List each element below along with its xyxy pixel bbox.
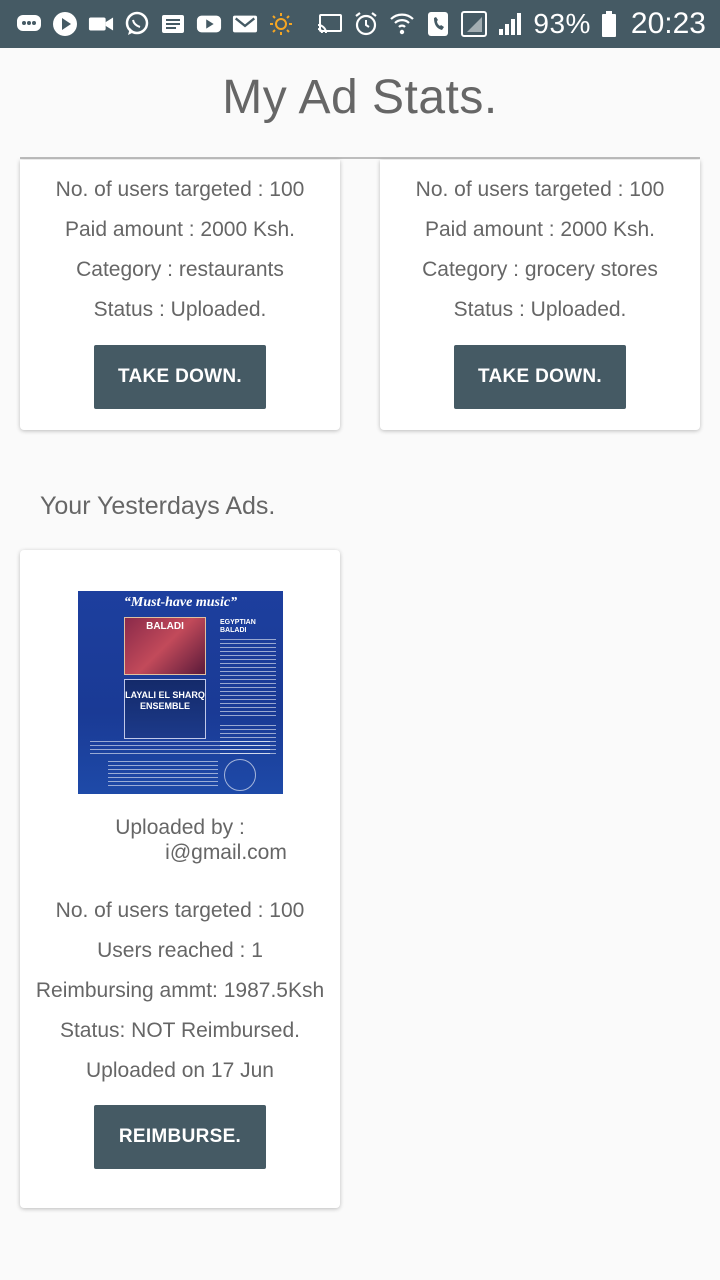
- title-divider: [20, 157, 700, 159]
- status: Status : Uploaded.: [453, 298, 627, 321]
- poster-side-title: EGYPTIAN BALADI: [220, 619, 256, 634]
- video-icon: [88, 11, 114, 37]
- poster-box2-label: LAYALI EL SHARQ ENSEMBLE: [125, 690, 205, 711]
- users-targeted: No. of users targeted : 100: [55, 178, 305, 201]
- notification-icons: [16, 8, 294, 40]
- category: Category : grocery stores: [422, 258, 658, 281]
- page-title: My Ad Stats.: [222, 71, 498, 124]
- poster-headline: “Must-have music”: [123, 595, 238, 610]
- whatsapp-icon: [124, 11, 150, 37]
- status-bar: 93% 20:23: [0, 0, 720, 48]
- status: Status : Uploaded.: [93, 298, 267, 321]
- uploaded-by-label: Uploaded by :: [115, 816, 245, 839]
- ad-image[interactable]: “Must-have music” BALADI EGYPTIAN BALADI…: [78, 591, 283, 794]
- poster-text-block: [90, 741, 270, 755]
- youtube-icon: [196, 11, 222, 37]
- poster-seal: [224, 759, 256, 791]
- gmail-icon: [232, 11, 258, 37]
- paid-amount: Paid amount : 2000 Ksh.: [425, 218, 655, 241]
- clock: 20:23: [630, 7, 706, 40]
- section-title: Your Yesterdays Ads.: [40, 492, 276, 520]
- poster-box1-label: BALADI: [146, 621, 184, 632]
- brightness-icon: [268, 11, 294, 37]
- paid-amount: Paid amount : 2000 Ksh.: [65, 218, 295, 241]
- users-reached: Users reached : 1: [97, 939, 263, 962]
- poster-photo-top: BALADI: [124, 617, 206, 675]
- reimburse-button[interactable]: REIMBURSE.: [94, 1105, 266, 1169]
- take-down-button[interactable]: TAKE DOWN.: [94, 345, 266, 409]
- poster-text-block: [220, 639, 276, 719]
- battery-percent: 93%: [533, 8, 591, 39]
- battery-icon: [601, 11, 617, 37]
- signal-empty-icon: [461, 11, 488, 37]
- yesterday-ad-card: “Must-have music” BALADI EGYPTIAN BALADI…: [20, 550, 340, 1208]
- users-targeted: No. of users targeted : 100: [55, 899, 305, 922]
- uploader-email: i@gmail.com: [20, 840, 340, 865]
- reimburse-status: Status: NOT Reimbursed.: [59, 1019, 301, 1042]
- news-icon: [160, 11, 186, 37]
- play-icon: [52, 11, 78, 37]
- call-icon: [425, 11, 451, 37]
- email-redacted: [73, 844, 165, 862]
- system-icons: 93% 20:23: [317, 7, 706, 40]
- poster-text-block: [108, 761, 218, 789]
- wifi-call-icon: [389, 11, 415, 37]
- reimbursing-amount: Reimbursing ammt: 1987.5Ksh: [35, 979, 325, 1002]
- alarm-icon: [353, 11, 379, 37]
- cast-icon: [317, 11, 343, 37]
- uploaded-on: Uploaded on 17 Jun: [86, 1059, 274, 1082]
- take-down-button[interactable]: TAKE DOWN.: [454, 345, 626, 409]
- signal-icon: [497, 11, 523, 37]
- category: Category : restaurants: [76, 258, 284, 281]
- ad-card: No. of users targeted : 100 Paid amount …: [380, 160, 700, 430]
- ad-card: No. of users targeted : 100 Paid amount …: [20, 160, 340, 430]
- email-suffix: i@gmail.com: [165, 841, 287, 864]
- messages-icon: [16, 11, 42, 37]
- users-targeted: No. of users targeted : 100: [415, 178, 665, 201]
- poster-photo-bottom: LAYALI EL SHARQ ENSEMBLE: [124, 679, 206, 739]
